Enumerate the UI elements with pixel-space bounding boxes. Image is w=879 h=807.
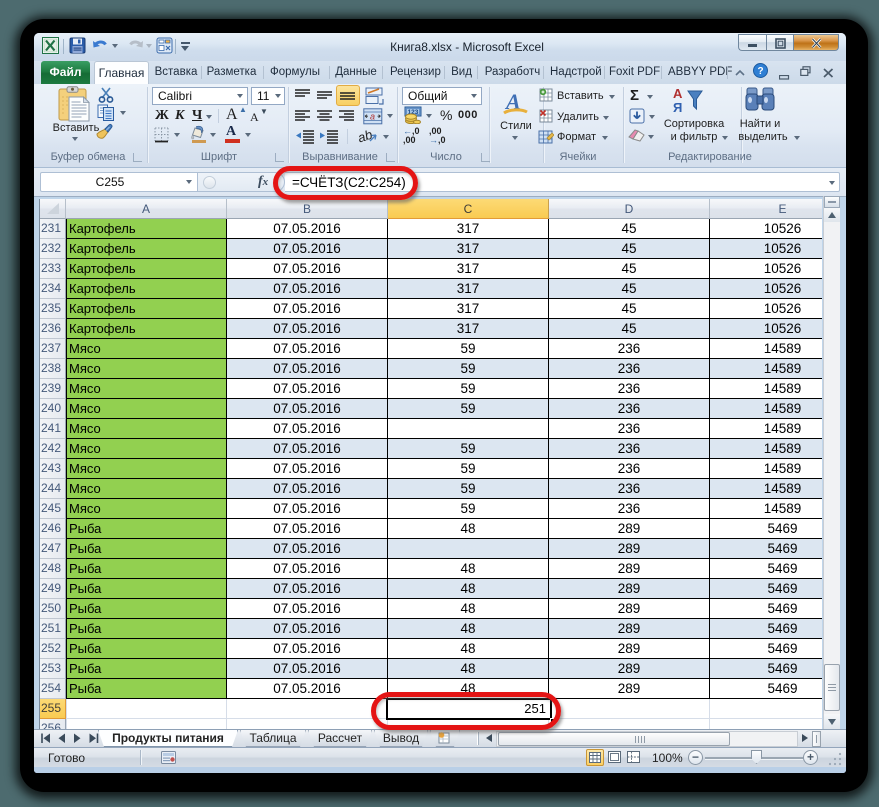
svg-text:a: a xyxy=(370,112,375,122)
svg-text:А: А xyxy=(673,86,683,101)
svg-text:?: ? xyxy=(757,66,763,77)
svg-text:Я: Я xyxy=(673,100,682,115)
svg-text:ab: ab xyxy=(356,128,374,146)
